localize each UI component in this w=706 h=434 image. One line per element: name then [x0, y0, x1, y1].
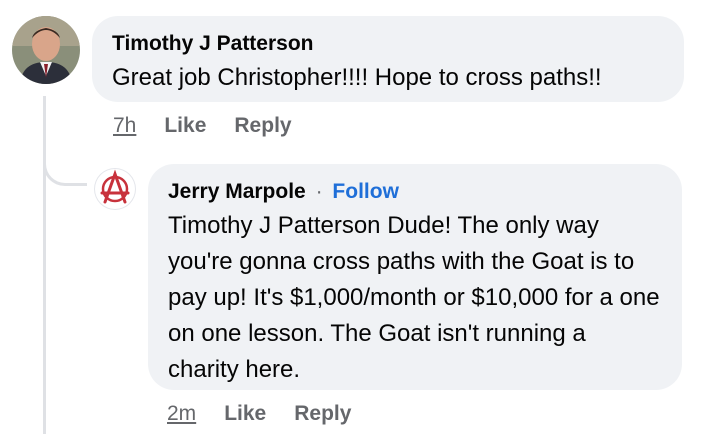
anarchy-symbol-icon: [100, 169, 130, 204]
follow-button[interactable]: Follow: [332, 180, 399, 203]
avatar[interactable]: [94, 168, 136, 210]
comment-bubble: Timothy J Patterson Great job Christophe…: [92, 16, 684, 102]
reply-author[interactable]: Jerry Marpole: [168, 180, 306, 203]
profile-photo-icon: [12, 16, 80, 84]
reply-connector: [43, 150, 87, 186]
reply-time[interactable]: 2m: [167, 402, 196, 426]
comment-time[interactable]: 7h: [113, 114, 136, 138]
reply-header: Jerry Marpole · Follow: [168, 178, 662, 206]
reply-bubble: Jerry Marpole · Follow Timothy J Patters…: [148, 164, 682, 390]
avatar[interactable]: [12, 16, 80, 84]
reply-actions: 2m Like Reply: [167, 402, 351, 426]
reply-button[interactable]: Reply: [294, 402, 351, 426]
like-button[interactable]: Like: [224, 402, 266, 426]
thread-line: [43, 96, 46, 434]
separator-dot: ·: [315, 180, 323, 203]
like-button[interactable]: Like: [164, 114, 206, 138]
comment-text: Great job Christopher!!!! Hope to cross …: [112, 64, 602, 91]
reply-text: Timothy J Patterson Dude! The only way y…: [168, 212, 660, 383]
comment-author[interactable]: Timothy J Patterson: [112, 30, 664, 58]
reply-button[interactable]: Reply: [234, 114, 291, 138]
comment-actions: 7h Like Reply: [113, 114, 292, 138]
